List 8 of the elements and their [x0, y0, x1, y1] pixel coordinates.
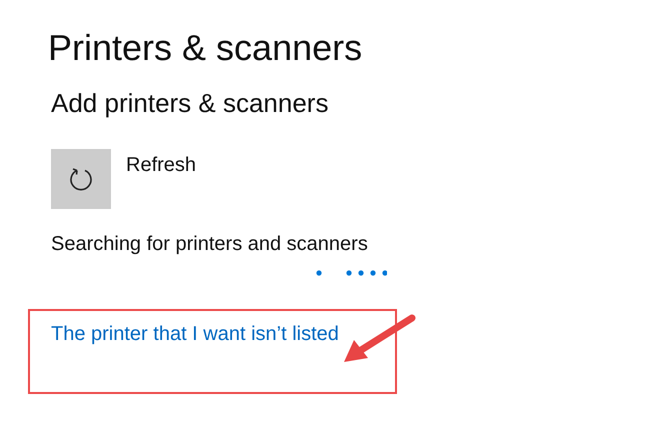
refresh-icon	[68, 166, 94, 192]
refresh-tile[interactable]	[51, 149, 111, 209]
progress-dots-icon	[315, 269, 387, 277]
status-text: Searching for printers and scanners	[51, 232, 369, 257]
printer-not-listed-link[interactable]: The printer that I want isn’t listed	[51, 323, 339, 346]
refresh-label[interactable]: Refresh	[126, 154, 196, 177]
page-title: Printers & scanners	[48, 26, 364, 70]
section-heading: Add printers & scanners	[51, 87, 330, 119]
